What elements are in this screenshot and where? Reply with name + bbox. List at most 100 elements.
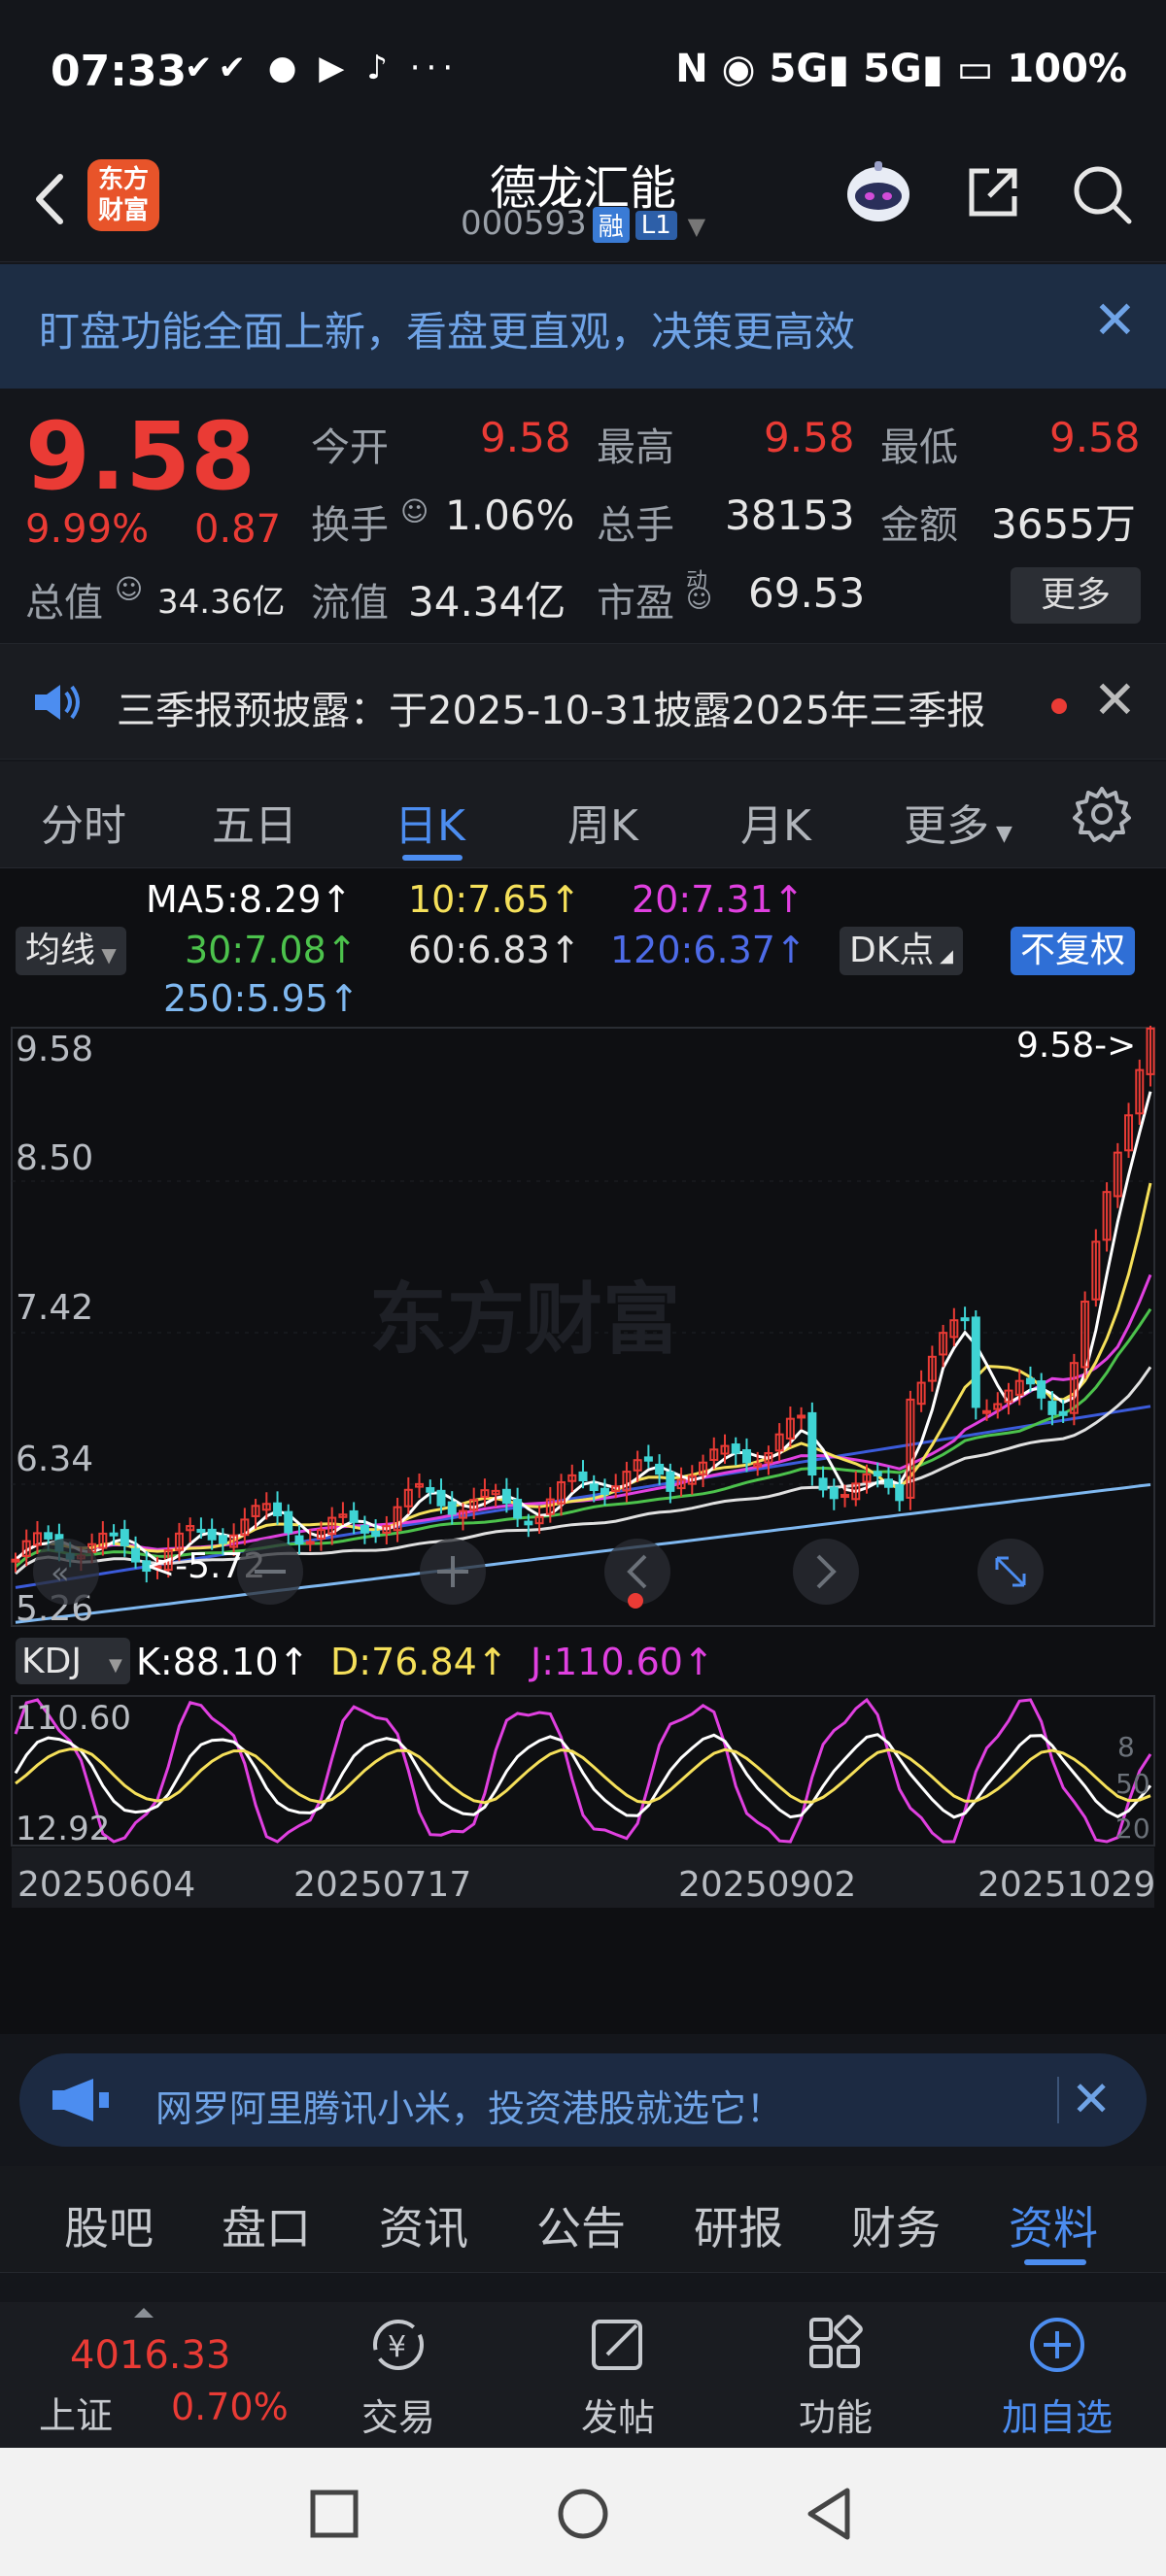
notification-icons: ✔✔ ● ▶ ♪ ··· — [185, 49, 460, 87]
candle-body — [109, 1532, 119, 1537]
scroll-right-button[interactable] — [793, 1539, 859, 1605]
recent-apps-icon[interactable] — [307, 2487, 361, 2541]
float-cap-value: 34.34亿 — [408, 578, 566, 626]
adjust-mode-button[interactable]: 不复权 — [1011, 927, 1136, 975]
candle-body — [643, 1456, 653, 1462]
system-status-icons: N ◉ 5G▮ 5G▮ ▭ 100% — [675, 47, 1127, 91]
close-icon[interactable]: ✕ — [1071, 2071, 1112, 2127]
candle-body — [873, 1471, 882, 1476]
tab-financials[interactable]: 财务 — [851, 2193, 941, 2257]
back-triangle-icon[interactable] — [803, 2485, 857, 2543]
tab-forum[interactable]: 股吧 — [64, 2193, 154, 2257]
index-value[interactable]: 4016.33 — [70, 2333, 230, 2378]
watermark: 东方财富 — [369, 1274, 680, 1365]
tab-five-day[interactable]: 五日 — [212, 791, 297, 853]
candle-body — [807, 1411, 817, 1476]
market-cap-value: 34.36亿 — [157, 583, 286, 622]
ma10-value: 10:7.65↑ — [408, 878, 581, 921]
tab-intraday[interactable]: 分时 — [41, 791, 126, 853]
kline-svg[interactable]: 东方财富 9.58 8.50 7.42 6.34 5.26 9.58-> <-5… — [0, 1026, 1166, 2034]
info-icon[interactable]: ☺ — [115, 573, 143, 605]
share-icon[interactable] — [962, 161, 1024, 223]
amount-label: 金额 — [880, 503, 958, 548]
candle-body — [349, 1509, 359, 1523]
ma-selector-label: 均线 — [25, 931, 96, 970]
ma-selector[interactable]: 均线 ▼ — [16, 927, 126, 975]
megaphone-icon — [52, 2079, 109, 2121]
feature-banner[interactable]: 盯盘功能全面上新，看盘更直观，决策更高效 ✕ — [0, 264, 1166, 389]
kline-chart-area[interactable]: MA5:8.29↑ 10:7.65↑ 20:7.31↑ 均线 ▼ 30:7.08… — [0, 868, 1166, 2034]
date-label: 20250902 — [678, 1865, 856, 1905]
post-button[interactable]: 发帖 — [550, 2314, 686, 2441]
candle-body — [895, 1483, 905, 1502]
market-cap-label: 总值 — [25, 581, 103, 626]
promo-text: 网罗阿里腾讯小米，投资港股就选它！ — [155, 2087, 784, 2130]
candle-body — [11, 1558, 20, 1563]
tab-more-label: 更多 — [904, 801, 989, 851]
functions-button[interactable]: 功能 — [768, 2314, 904, 2441]
candle-body — [578, 1471, 588, 1482]
dropdown-arrow-icon: ▼ — [95, 943, 117, 966]
candle-body — [666, 1471, 675, 1492]
dk-points-label: DK点 — [849, 931, 935, 970]
current-price: 9.58 — [25, 402, 256, 511]
candle-body — [207, 1528, 217, 1541]
dk-points-toggle[interactable]: DK点 ◢ — [840, 927, 963, 975]
kdj-d-value: D:76.84↑ — [330, 1641, 508, 1683]
add-watchlist-button[interactable]: 加自选 — [989, 2314, 1125, 2441]
info-icon[interactable]: ☺ — [400, 495, 429, 527]
more-button[interactable]: 更多 — [1011, 567, 1141, 624]
candle-body — [971, 1316, 980, 1408]
candle-body — [294, 1535, 304, 1545]
status-time: 07:33 — [51, 47, 188, 96]
tab-weekly-k[interactable]: 周K — [567, 791, 638, 853]
ma5-value: MA5:8.29↑ — [146, 878, 353, 921]
kdj-lines — [14, 1697, 1152, 1844]
quote-panel: 9.58 9.99% 0.87 今开 9.58 最高 9.58 最低 9.58 … — [0, 389, 1166, 643]
settings-gear-icon[interactable] — [1073, 785, 1131, 843]
kdj-k-line — [14, 1733, 1152, 1819]
kdj-axis-bottom: 12.92 — [16, 1810, 110, 1848]
double-chevron-left-icon: « — [51, 1554, 70, 1591]
robot-assistant-icon[interactable] — [841, 155, 915, 229]
pe-label: 市盈 — [597, 581, 674, 626]
tab-more[interactable]: 更多 ▼ — [904, 791, 1012, 853]
grid-apps-icon — [809, 2315, 863, 2368]
candle-body — [829, 1486, 839, 1500]
ma250-value: 250:5.95↑ — [163, 977, 360, 1020]
volume-value: 38153 — [725, 491, 855, 539]
trade-button[interactable]: ¥ 交易 — [330, 2314, 466, 2441]
red-dot-marker — [628, 1593, 643, 1609]
tab-announcements[interactable]: 公告 — [536, 2193, 626, 2257]
expand-up-icon[interactable] — [134, 2308, 154, 2318]
tab-profile[interactable]: 资料 — [1009, 2193, 1098, 2257]
info-tabs: 股吧 盘口 资讯 公告 研报 财务 资料 — [0, 2166, 1166, 2273]
candle-body — [883, 1478, 893, 1488]
promo-banner[interactable]: 网罗阿里腾讯小米，投资港股就选它！ ✕ — [19, 2053, 1147, 2147]
close-icon[interactable]: ✕ — [1093, 669, 1137, 730]
candle-body — [501, 1488, 511, 1505]
tab-research[interactable]: 研报 — [694, 2193, 783, 2257]
trade-label: 交易 — [360, 2396, 435, 2439]
tab-daily-k[interactable]: 日K — [394, 791, 465, 853]
earnings-notice[interactable]: 三季报预披露：于2025-10-31披露2025年三季报 ✕ — [0, 643, 1166, 760]
amount-value: 3655万 — [991, 500, 1136, 548]
margin-tag: 融 — [592, 207, 630, 243]
tab-order-book[interactable]: 盘口 — [222, 2193, 311, 2257]
price-tick-label: 9.58 — [16, 1030, 93, 1069]
search-icon[interactable] — [1069, 161, 1135, 227]
notice-text: 三季报预披露：于2025-10-31披露2025年三季报 — [117, 689, 986, 733]
candle-body — [1047, 1401, 1057, 1415]
stock-code: 000593 — [460, 204, 587, 243]
kdj-ref-50: 50 — [1115, 1768, 1150, 1800]
home-icon[interactable] — [554, 2485, 612, 2543]
tab-monthly-k[interactable]: 月K — [740, 791, 811, 853]
close-icon[interactable]: ✕ — [1093, 289, 1137, 351]
tab-news[interactable]: 资讯 — [379, 2193, 468, 2257]
info-icon[interactable]: ☺ — [686, 585, 712, 614]
level-tag: L1 — [634, 210, 677, 240]
kdj-ref-20: 20 — [1115, 1813, 1150, 1845]
candle-body — [371, 1530, 381, 1538]
candle-body — [360, 1524, 369, 1534]
change-percent: 9.99% — [25, 507, 150, 552]
